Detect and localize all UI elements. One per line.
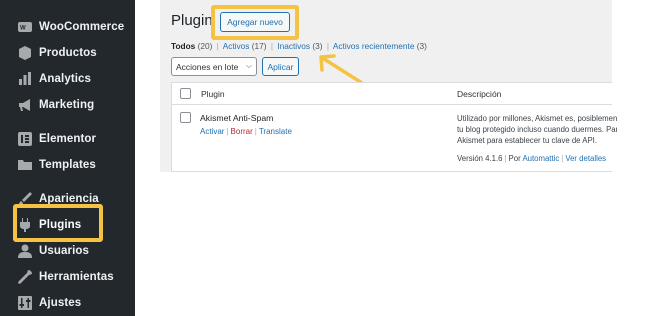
plugin-description: Utilizado por millones, Akismet es, posi… bbox=[457, 113, 617, 146]
plugin-meta: Versión 4.1.6 | Por Automattic | Ver detalle… bbox=[457, 154, 606, 163]
filter-active[interactable]: Activos bbox=[223, 41, 250, 51]
paintbrush-icon bbox=[18, 192, 32, 206]
filter-all[interactable]: Todos bbox=[171, 41, 195, 51]
sidebar-item-usuarios[interactable]: Usuarios bbox=[0, 238, 135, 264]
admin-sidebar: W WooCommerce Productos Analytics Market… bbox=[0, 0, 135, 316]
settings-icon bbox=[18, 296, 32, 310]
table-header: Plugin Descripción bbox=[172, 83, 612, 105]
filter-all-count: (20) bbox=[197, 41, 213, 51]
description-line: Utilizado por millones, Akismet es, posi… bbox=[457, 114, 617, 123]
filter-separator: | bbox=[270, 41, 273, 51]
megaphone-icon bbox=[18, 98, 32, 112]
bulk-actions-value: Acciones en lote bbox=[176, 61, 239, 72]
box-icon bbox=[18, 46, 32, 60]
sidebar-item-label: Analytics bbox=[39, 73, 92, 85]
description-line: tu blog protegido incluso cuando duermes… bbox=[457, 125, 617, 134]
sidebar-item-ajustes[interactable]: Ajustes bbox=[0, 290, 135, 316]
sidebar-item-label: WooCommerce bbox=[39, 21, 125, 33]
column-header-description: Descripción bbox=[457, 89, 502, 99]
action-separator: | bbox=[254, 127, 257, 136]
sidebar-item-label: Apariencia bbox=[39, 193, 99, 205]
sidebar-item-productos[interactable]: Productos bbox=[0, 40, 135, 66]
sidebar-item-label: Plugins bbox=[39, 219, 82, 231]
bar-chart-icon bbox=[18, 72, 32, 86]
sidebar-item-apariencia[interactable]: Apariencia bbox=[0, 186, 135, 212]
elementor-icon bbox=[18, 132, 32, 146]
row-actions: Activar | Borrar | Translate bbox=[200, 127, 292, 136]
filter-active-count: (17) bbox=[251, 41, 267, 51]
sidebar-item-label: Ajustes bbox=[39, 297, 82, 309]
sidebar-item-plugins[interactable]: Plugins bbox=[0, 212, 135, 238]
user-icon bbox=[18, 244, 32, 258]
row-checkbox[interactable] bbox=[180, 112, 191, 123]
sidebar-item-label: Herramientas bbox=[39, 271, 114, 283]
folder-icon bbox=[18, 158, 32, 172]
meta-separator: | bbox=[561, 154, 564, 163]
sidebar-item-label: Elementor bbox=[39, 133, 97, 145]
sidebar-item-templates[interactable]: Templates bbox=[0, 152, 135, 178]
sidebar-item-label: Usuarios bbox=[39, 245, 90, 257]
sidebar-item-marketing[interactable]: Marketing bbox=[0, 92, 135, 118]
sidebar-item-label: Marketing bbox=[39, 99, 95, 111]
filter-recently-active-count: (3) bbox=[416, 41, 427, 51]
svg-text:W: W bbox=[20, 26, 26, 32]
filter-inactive[interactable]: Inactivos bbox=[277, 41, 310, 51]
wrench-icon bbox=[18, 270, 32, 284]
action-separator: | bbox=[226, 127, 229, 136]
plugins-table: Plugin Descripción Akismet Anti-Spam Act… bbox=[171, 82, 617, 172]
select-all-checkbox[interactable] bbox=[180, 88, 191, 99]
sidebar-item-herramientas[interactable]: Herramientas bbox=[0, 264, 135, 290]
plugin-version: Versión 4.1.6 bbox=[457, 154, 503, 163]
author-link[interactable]: Automattic bbox=[522, 154, 559, 163]
add-new-plugin-button[interactable]: Agregar nuevo bbox=[220, 12, 290, 32]
apply-button[interactable]: Aplicar bbox=[262, 57, 299, 76]
plugin-name: Akismet Anti-Spam bbox=[200, 113, 274, 123]
filter-separator: | bbox=[216, 41, 219, 51]
view-details-link[interactable]: Ver detalles bbox=[565, 154, 606, 163]
chevron-down-icon: ⌵ bbox=[245, 61, 252, 70]
plugin-status-filters: Todos (20) | Activos (17) | Inactivos (3… bbox=[171, 41, 427, 51]
page-title: Plugin bbox=[171, 12, 213, 29]
column-header-plugin[interactable]: Plugin bbox=[201, 89, 225, 99]
sidebar-item-label: Productos bbox=[39, 47, 97, 59]
sidebar-item-elementor[interactable]: Elementor bbox=[0, 126, 135, 152]
plug-icon bbox=[18, 218, 32, 232]
translate-link[interactable]: Translate bbox=[259, 127, 292, 136]
meta-separator: | bbox=[504, 154, 507, 163]
woocommerce-icon: W bbox=[18, 20, 32, 34]
sidebar-item-analytics[interactable]: Analytics bbox=[0, 66, 135, 92]
activate-link[interactable]: Activar bbox=[200, 127, 224, 136]
description-line: Akismet para establecer tu clave de API. bbox=[457, 136, 597, 145]
delete-link[interactable]: Borrar bbox=[231, 127, 253, 136]
sidebar-item-label: Templates bbox=[39, 159, 96, 171]
sidebar-item-woocommerce[interactable]: W WooCommerce bbox=[0, 14, 135, 40]
bulk-actions-select[interactable]: Acciones en lote ⌵ bbox=[171, 57, 257, 76]
by-label: Por bbox=[508, 154, 521, 163]
